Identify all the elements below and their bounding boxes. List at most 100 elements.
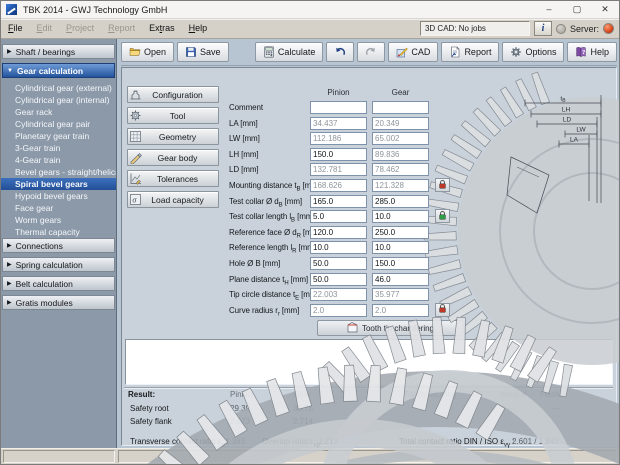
- input-pinion-mounting-distance-tb[interactable]: [310, 179, 367, 192]
- server-label: Server:: [569, 23, 599, 34]
- chevron-down-icon: ▼: [7, 67, 13, 74]
- input-gear-plane-distance-th[interactable]: [372, 272, 429, 286]
- input-gear-test-collar-db[interactable]: [372, 194, 429, 208]
- section-geometry-button[interactable]: Geometry: [127, 128, 219, 145]
- input-gear-mounting-distance-tb[interactable]: [372, 179, 429, 192]
- sidebar-item-3-gear-train[interactable]: 3-Gear train: [1, 142, 116, 154]
- minimize-button[interactable]: –: [535, 1, 563, 18]
- section-load-capacity-button[interactable]: σ Load capacity: [127, 191, 219, 208]
- ratio-value-2: 2.601 / 1.843: [512, 437, 559, 446]
- close-button[interactable]: ✕: [591, 1, 619, 18]
- menu-extras[interactable]: Extras: [142, 19, 182, 38]
- sidebar-item-face-gear[interactable]: Face gear: [1, 202, 116, 214]
- section-button-label: Tolerances: [156, 173, 199, 184]
- input-pinion-lw-mm[interactable]: [310, 132, 367, 146]
- sidebar-section-label: Belt calculation: [15, 278, 73, 289]
- menu-file[interactable]: File: [1, 19, 30, 38]
- input-pinion-test-collar-db[interactable]: [310, 194, 367, 208]
- sidebar-section-shaft-bearings[interactable]: ▶ Shaft / bearings: [2, 44, 115, 59]
- sidebar-item-cylindrical-gear-pair[interactable]: Cylindrical gear pair: [1, 118, 116, 130]
- calculator-icon: [263, 46, 275, 58]
- toolbar-button-label: Open: [144, 47, 167, 57]
- calculate-button[interactable]: Calculate: [254, 42, 324, 62]
- input-gear-curve-radius-rr[interactable]: [372, 303, 429, 317]
- chevron-right-icon: ▶: [7, 300, 12, 306]
- input-gear-reference-face-dr[interactable]: [372, 225, 429, 239]
- sidebar-section-gear-calculation[interactable]: ▼ Gear calculation: [2, 63, 115, 78]
- tooth-tip-chamfering-button[interactable]: Tooth tip chamfering: [317, 320, 463, 336]
- lock-button-curve-radius-rr[interactable]: [435, 302, 450, 317]
- lock-button-mounting-distance-tb[interactable]: [435, 178, 450, 192]
- input-pinion-ld-mm[interactable]: [310, 163, 367, 177]
- input-gear-tip-circle-distance-te[interactable]: [372, 288, 429, 302]
- input-gear-lh-mm[interactable]: [372, 147, 429, 161]
- undo-button[interactable]: [326, 42, 355, 62]
- input-gear-la-mm[interactable]: [372, 116, 429, 130]
- chevron-right-icon: ▶: [7, 262, 12, 268]
- sidebar-item-thermal-capacity[interactable]: Thermal capacity: [1, 226, 116, 238]
- sidebar-section-connections[interactable]: ▶ Connections: [2, 238, 115, 253]
- section-configuration-button[interactable]: Configuration: [127, 86, 219, 103]
- results-header-pinion: Pinion: [230, 390, 253, 399]
- input-pinion-curve-radius-rr[interactable]: [310, 303, 367, 317]
- section-tool-button[interactable]: Tool: [127, 107, 219, 124]
- field-label-curve-radius-rr: Curve radius rr [mm]: [229, 305, 300, 318]
- tool-icon: [128, 109, 143, 122]
- options-button[interactable]: Options: [502, 42, 565, 62]
- sidebar-item-spiral-bevel-gears[interactable]: Spiral bevel gears: [1, 178, 116, 190]
- server-led-indicator: [603, 23, 614, 34]
- input-pinion-comment[interactable]: [310, 101, 367, 114]
- sidebar-item-cylindrical-gear-external[interactable]: Cylindrical gear (external): [1, 82, 116, 94]
- tolerances-icon: [128, 172, 143, 185]
- report-icon: [449, 46, 461, 58]
- lock-button-test-collar-length-lb[interactable]: [435, 209, 450, 224]
- results-header-flash: Flash: [540, 390, 560, 399]
- input-gear-lw-mm[interactable]: [372, 132, 429, 146]
- input-pinion-lh-mm[interactable]: [310, 147, 367, 161]
- sidebar-section-belt-calculation[interactable]: ▶ Belt calculation: [2, 276, 115, 291]
- field-label-comment: Comment: [229, 103, 263, 112]
- sidebar-section-gratis-modules[interactable]: ▶ Gratis modules: [2, 295, 115, 310]
- sidebar-item-bevel-gears-straight-helical[interactable]: Bevel gears - straight/helical: [1, 166, 116, 178]
- input-pinion-test-collar-length-lb[interactable]: [310, 210, 367, 224]
- input-gear-test-collar-length-lb[interactable]: [372, 210, 429, 224]
- input-pinion-la-mm[interactable]: [310, 116, 367, 130]
- sidebar-item-hypoid-bevel-gears[interactable]: Hypoid bevel gears: [1, 190, 116, 202]
- input-gear-reference-length-lr[interactable]: [372, 241, 429, 255]
- menu-report: Report: [108, 23, 136, 33]
- chevron-right-icon: ▶: [7, 243, 12, 249]
- sidebar-item-4-gear-train[interactable]: 4-Gear train: [1, 154, 116, 166]
- toolbar-button-label: Report: [464, 47, 492, 57]
- input-pinion-reference-length-lr[interactable]: [310, 241, 367, 255]
- menubar-status-area: 3D CAD: No jobs i Server:: [419, 21, 619, 36]
- toolbar-button-label: CAD: [411, 47, 431, 57]
- help-button[interactable]: ? Help: [567, 42, 617, 62]
- sidebar-section-spring-calculation[interactable]: ▶ Spring calculation: [2, 257, 115, 272]
- gear-body-icon: [128, 151, 143, 164]
- input-pinion-reference-face-dr[interactable]: [310, 225, 367, 239]
- input-gear-ld-mm[interactable]: [372, 163, 429, 177]
- info-button[interactable]: i: [533, 21, 552, 36]
- report-button[interactable]: Report: [441, 42, 500, 62]
- menu-help[interactable]: Help: [182, 19, 215, 38]
- input-pinion-hole-b-mm[interactable]: [310, 257, 367, 270]
- sidebar-item-gear-rack[interactable]: Gear rack: [1, 106, 116, 118]
- maximize-button[interactable]: ▢: [563, 1, 591, 18]
- sidebar-item-worm-gears[interactable]: Worm gears: [1, 214, 116, 226]
- sidebar-section-label: Spring calculation: [15, 259, 83, 270]
- sidebar-item-planetary-gear-train[interactable]: Planetary gear train: [1, 130, 116, 142]
- input-pinion-plane-distance-th[interactable]: [310, 272, 367, 286]
- result-safety-flank-pinion: 2.673: [230, 417, 251, 426]
- section-gear-body-button[interactable]: Gear body: [127, 149, 219, 166]
- input-pinion-tip-circle-distance-te[interactable]: [310, 288, 367, 302]
- save-button[interactable]: Save: [177, 42, 229, 62]
- open-button[interactable]: Open: [121, 42, 175, 62]
- toolbar-button-label: Save: [200, 47, 221, 57]
- cad-button[interactable]: CAD: [388, 42, 439, 62]
- svg-text:?: ?: [582, 49, 585, 56]
- sidebar-item-cylindrical-gear-internal[interactable]: Cylindrical gear (internal): [1, 94, 116, 106]
- input-gear-comment[interactable]: [372, 101, 429, 114]
- result-safety-root-flash: ---: [552, 404, 560, 413]
- section-tolerances-button[interactable]: Tolerances: [127, 170, 219, 187]
- input-gear-hole-b-mm[interactable]: [372, 257, 429, 270]
